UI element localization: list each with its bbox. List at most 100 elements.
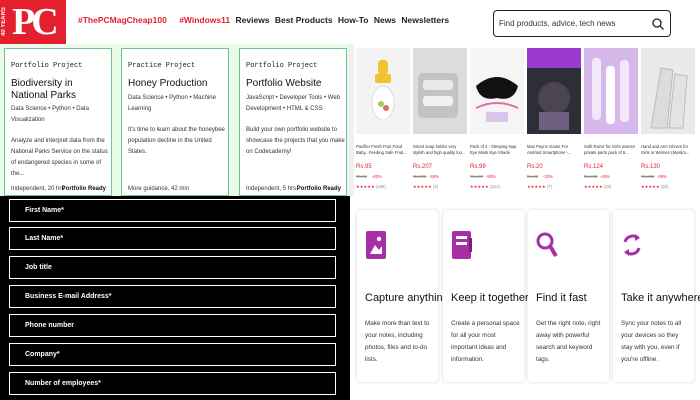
sync-icon [623,234,641,256]
feature-cards-section: Capture anything Make more than text to … [354,196,700,400]
product-image-eye-mask[interactable] [470,48,524,134]
product-image-soap-holder[interactable] [413,48,467,134]
feature-card: Keep it together Create a personal space… [443,210,529,382]
product-card[interactable]: Hand and Arm Gloves for Girls or Women (… [641,48,695,194]
search-icon [536,232,558,258]
company-label: Company* [25,351,60,358]
project-title: Biodiversity in National Parks [11,78,77,101]
rating-stars: ★★★★★ [527,184,546,189]
product-old-price: Rs.250 [641,174,655,179]
feature-description: Create a personal space for all your mos… [451,320,520,363]
project-tags: Data Science • Python • Machine Learning [128,95,216,112]
product-discount: -62% [372,174,382,179]
feature-description: Get the right note, right away with powe… [536,320,601,363]
nav-link-cheap100[interactable]: #ThePCMagCheap100 [78,15,167,25]
feature-title: Find it fast [536,292,587,304]
project-description: Build your own portfolio website to show… [246,127,345,155]
contact-form: First Name* Last Name* Job title Busines… [0,196,350,400]
feature-title: Take it anywhere [621,292,700,304]
job-title-field[interactable]: Job title [9,256,336,279]
search-placeholder: Find products, advice, tech news [499,19,616,28]
project-type: Practice Project [128,62,196,70]
product-price: Rs.124 [584,164,604,170]
search-input[interactable]: Find products, advice, tech news [493,10,671,37]
nav-link-newsletters[interactable]: Newsletters [401,15,449,25]
project-tags: JavaScript • Developer Tools • Web Devel… [246,95,341,112]
project-card[interactable]: Portfolio Project Biodiversity in Nation… [4,48,112,196]
product-discount: -48% [657,174,667,179]
project-card[interactable]: Portfolio Project Portfolio Website Java… [239,48,347,196]
product-card[interactable]: Max Payne Game For Android Smartphone -.… [527,48,581,194]
product-price: Rs.130 [641,164,661,170]
product-rating: ★★★★★ (7) [527,184,552,189]
product-discount: -46% [429,174,439,179]
product-rating: ★★★★★ (4) [413,184,438,189]
product-discount: -33% [543,174,553,179]
feature-title: Keep it together [451,292,529,304]
rating-stars: ★★★★★ [356,184,375,189]
product-name[interactable]: Max Payne Game For Android Smartphone -.… [527,144,581,156]
product-card[interactable]: Pack of 2 - Sleeping Nap Eye Mask Eye Sh… [470,48,524,194]
product-image-gloves[interactable] [641,48,695,134]
product-rating: ★★★★★ (23) [584,184,611,189]
product-image-pacifier[interactable] [356,48,410,134]
product-price: Rs.207 [413,164,433,170]
nav-link-reviews[interactable]: Reviews [236,15,270,25]
nav-link-best-products[interactable]: Best Products [275,15,333,25]
first-name-field[interactable]: First Name* [9,199,336,222]
product-old-price: Rs.30 [527,174,538,179]
feature-card: Take it anywhere Sync your notes to all … [613,210,700,382]
project-tags: Data Science • Python • Data Visualizati… [11,106,89,123]
rating-count: (221) [489,184,500,189]
product-card[interactable]: Sofit Razor for Girls women private part… [584,48,638,194]
project-type: Portfolio Project [11,62,83,70]
rating-count: (23) [603,184,612,189]
product-image-razor[interactable] [584,48,638,134]
logo-anniversary-text: 40 YEARS [1,7,7,37]
search-icon[interactable] [651,17,665,31]
product-rating: ★★★★★ (22) [641,184,668,189]
last-name-label: Last Name* [25,235,64,242]
product-rating: ★★★★★ (221) [470,184,500,189]
pcmag-logo[interactable]: 40 YEARS PC [0,0,66,44]
nav-link-how-to[interactable]: How-To [338,15,369,25]
business-email-field[interactable]: Business E-mail Address* [9,285,336,308]
project-meta: Independent, 20 hrs [11,186,65,192]
product-price: Rs.99 [470,164,486,170]
pcmag-header: 40 YEARS PC #ThePCMagCheap100 #Windows11… [0,0,700,44]
rating-count: (4) [432,184,439,189]
feature-title: Capture anything [365,292,449,304]
feature-card: Capture anything Make more than text to … [357,210,449,382]
project-description: Analyze and interpret data from the Nati… [11,138,108,177]
product-grid: Pacifier Fresh Fruit Food Baby...Feeding… [354,44,700,196]
product-name[interactable]: Hand and Arm Gloves for Girls or Women (… [641,144,695,156]
feature-description: Sync your notes to all your devices so t… [621,320,682,363]
product-image-max-payne[interactable] [527,48,581,134]
project-meta: Independent, 5 hrs [246,186,297,192]
company-field[interactable]: Company* [9,343,336,366]
product-discount: -50% [486,174,496,179]
phone-number-label: Phone number [25,322,75,329]
product-discount: -40% [600,174,610,179]
product-old-price: Rs.385 [413,174,427,179]
product-name[interactable]: Pack of 2 - Sleeping Nap Eye Mask Eye Sh… [470,144,524,156]
phone-number-field[interactable]: Phone number [9,314,336,337]
product-price: Rs.20 [527,164,543,170]
product-card[interactable]: Pacifier Fresh Fruit Food Baby...Feeding… [356,48,410,194]
portfolio-ready-badge: Portfolio Ready [61,186,106,192]
last-name-field[interactable]: Last Name* [9,227,336,250]
nav-link-windows11[interactable]: #Windows11 [179,15,230,25]
product-old-price: Rs.208 [584,174,598,179]
product-name[interactable]: Pacifier Fresh Fruit Food Baby...Feeding… [356,144,410,156]
product-rating: ★★★★★ (186) [356,184,386,189]
nav-link-news[interactable]: News [374,15,396,25]
nav-links: #ThePCMagCheap100 #Windows11 Reviews Bes… [78,15,452,25]
rating-stars: ★★★★★ [413,184,432,189]
product-card[interactable]: Smart soap holder very stylish and high … [413,48,467,194]
logo-text: PC [12,1,59,43]
rating-stars: ★★★★★ [470,184,489,189]
product-name[interactable]: Sofit Razor for Girls women private part… [584,144,638,156]
product-name[interactable]: Smart soap holder very stylish and high … [413,144,467,156]
project-card[interactable]: Practice Project Honey Production Data S… [121,48,229,196]
employees-field[interactable]: Number of employees* [9,372,336,395]
